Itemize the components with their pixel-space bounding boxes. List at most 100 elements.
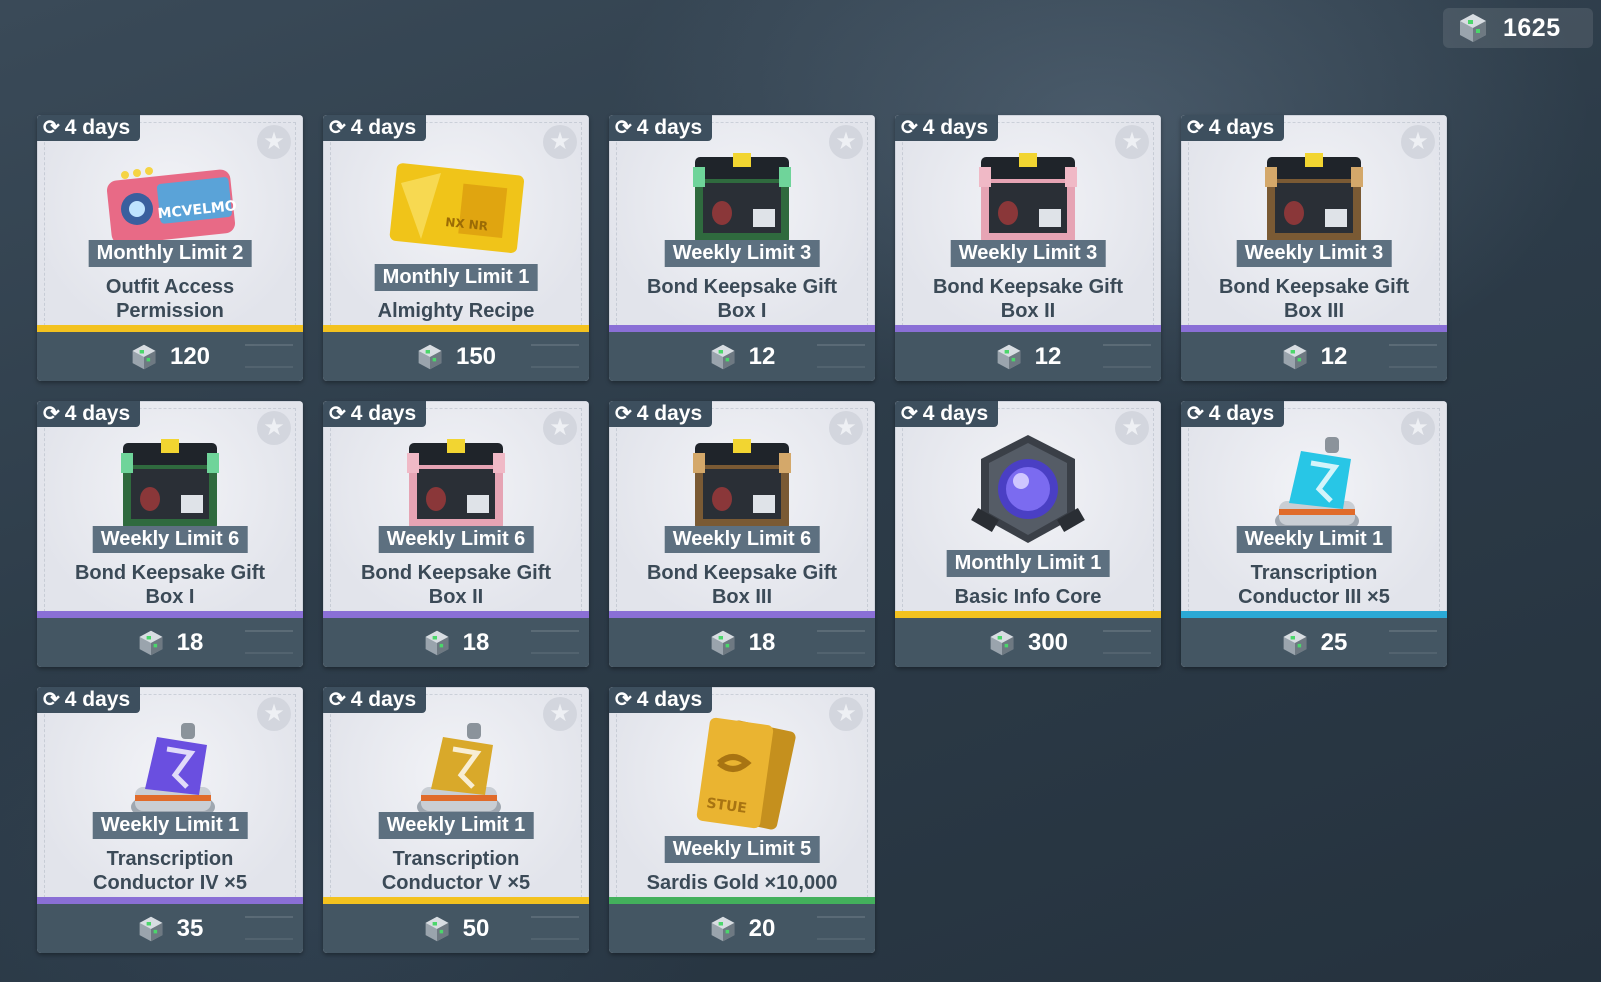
cube-currency-icon <box>1281 343 1309 371</box>
favorite-star-icon[interactable]: ★ <box>257 125 291 159</box>
refresh-timer: ⟳ 4 days <box>323 687 427 713</box>
timer-label: 4 days <box>636 688 703 711</box>
rarity-bar <box>1181 325 1447 332</box>
price-bar: 120 <box>37 332 303 381</box>
item-name-line-2: Permission <box>116 300 224 322</box>
cube-currency-icon <box>416 343 444 371</box>
shop-item-card[interactable]: ⟳ 4 days ★ Monthly Limit 1 Basic Info Core 30… <box>895 401 1161 667</box>
shop-grid: ⟳ 4 days ★ MCVELMO Monthly Limit 2 Outfit Acc… <box>37 115 1447 953</box>
item-name: Almighty Recipe <box>323 299 589 323</box>
decorative-lines <box>245 916 293 940</box>
decorative-lines <box>817 344 865 368</box>
gold-bars-icon: STUE <box>667 715 817 835</box>
price-bar: 35 <box>37 904 303 953</box>
rarity-bar <box>609 325 875 332</box>
item-name-line-2: Box II <box>428 586 484 608</box>
favorite-star-icon[interactable]: ★ <box>257 697 291 731</box>
item-name-line-2: Box III <box>1283 300 1344 322</box>
shop-item-card[interactable]: ⟳ 4 days ★ Weekly Limit 3 Bond Keepsake Gift… <box>609 115 875 381</box>
favorite-star-icon[interactable]: ★ <box>257 411 291 445</box>
timer-label: 4 days <box>350 402 417 425</box>
favorite-star-icon[interactable]: ★ <box>1115 411 1149 445</box>
shop-item-card[interactable]: ⟳ 4 days ★ Weekly Limit 1 Transcription Condu… <box>1181 401 1447 667</box>
timer-label: 4 days <box>636 402 703 425</box>
item-price: 300 <box>1027 628 1069 656</box>
cube-currency-icon <box>995 343 1023 371</box>
item-name-line-2: Box I <box>717 300 767 322</box>
item-name-line-2: Box II <box>1000 300 1056 322</box>
favorite-star-icon[interactable]: ★ <box>829 125 863 159</box>
cube-currency-icon <box>1281 629 1309 657</box>
favorite-star-icon[interactable]: ★ <box>1401 125 1435 159</box>
favorite-star-icon[interactable]: ★ <box>829 411 863 445</box>
shop-item-card[interactable]: ⟳ 4 days ★ NX NR Monthly Limit 1 Almighty Rec… <box>323 115 589 381</box>
price-bar: 18 <box>323 618 589 667</box>
shop-item-card[interactable]: ⟳ 4 days ★ Weekly Limit 6 Bond Keepsake Gift… <box>37 401 303 667</box>
info-core-icon <box>953 429 1103 549</box>
purchase-limit-badge: Monthly Limit 1 <box>946 550 1110 577</box>
refresh-icon: ⟳ <box>43 403 60 425</box>
shop-item-card[interactable]: ⟳ 4 days ★ Weekly Limit 1 Transcription Condu… <box>37 687 303 953</box>
item-name: Transcription Conductor V ×5 <box>323 847 589 895</box>
favorite-star-icon[interactable]: ★ <box>543 411 577 445</box>
decorative-lines <box>817 916 865 940</box>
shop-item-card[interactable]: ⟳ 4 days ★ Weekly Limit 3 Bond Keepsake Gift… <box>895 115 1161 381</box>
item-name-line-1: Sardis Gold ×10,000 <box>646 872 838 894</box>
refresh-icon: ⟳ <box>615 403 632 425</box>
price-bar: 18 <box>609 618 875 667</box>
price-bar: 20 <box>609 904 875 953</box>
favorite-star-icon[interactable]: ★ <box>543 125 577 159</box>
favorite-star-icon[interactable]: ★ <box>829 697 863 731</box>
cube-currency-icon <box>709 629 737 657</box>
cube-currency-icon <box>130 343 158 371</box>
item-name-line-1: Almighty Recipe <box>377 300 535 322</box>
shop-item-card[interactable]: ⟳ 4 days ★ Weekly Limit 6 Bond Keepsake Gift… <box>609 401 875 667</box>
rarity-bar <box>895 611 1161 618</box>
rarity-bar <box>37 897 303 904</box>
refresh-timer: ⟳ 4 days <box>323 115 427 141</box>
refresh-icon: ⟳ <box>615 689 632 711</box>
favorite-star-icon[interactable]: ★ <box>1401 411 1435 445</box>
timer-label: 4 days <box>636 116 703 139</box>
item-name-line-1: Bond Keepsake Gift <box>932 276 1124 298</box>
item-name: Outfit Access Permission <box>37 275 303 323</box>
item-name: Bond Keepsake Gift Box III <box>1181 275 1447 323</box>
item-name-line-2: Box I <box>145 586 195 608</box>
refresh-timer: ⟳ 4 days <box>323 401 427 427</box>
timer-label: 4 days <box>922 116 989 139</box>
favorite-star-icon[interactable]: ★ <box>543 697 577 731</box>
refresh-icon: ⟳ <box>329 689 346 711</box>
item-name-line-2: Conductor V ×5 <box>381 872 531 894</box>
refresh-icon: ⟳ <box>1187 117 1204 139</box>
refresh-icon: ⟳ <box>901 403 918 425</box>
shop-item-card[interactable]: ⟳ 4 days ★ Weekly Limit 3 Bond Keepsake Gift… <box>1181 115 1447 381</box>
price-bar: 18 <box>37 618 303 667</box>
item-price: 150 <box>455 342 497 370</box>
cube-currency-icon <box>1457 12 1489 44</box>
shop-item-card[interactable]: ⟳ 4 days ★ Weekly Limit 1 Transcription Condu… <box>323 687 589 953</box>
refresh-icon: ⟳ <box>615 117 632 139</box>
item-name-line-1: Transcription <box>1250 562 1378 584</box>
refresh-timer: ⟳ 4 days <box>37 115 141 141</box>
refresh-icon: ⟳ <box>43 689 60 711</box>
item-name: Transcription Conductor IV ×5 <box>37 847 303 895</box>
timer-label: 4 days <box>922 402 989 425</box>
shop-item-card[interactable]: ⟳ 4 days ★ STUE Weekly Limit 5 Sardis Gold ×1… <box>609 687 875 953</box>
shop-item-card[interactable]: ⟳ 4 days ★ MCVELMO Monthly Limit 2 Outfit Acc… <box>37 115 303 381</box>
cube-currency-icon <box>423 629 451 657</box>
item-name-line-1: Outfit Access <box>105 276 235 298</box>
purchase-limit-badge: Weekly Limit 1 <box>1236 526 1392 553</box>
purchase-limit-badge: Weekly Limit 3 <box>1236 240 1392 267</box>
item-name: Basic Info Core <box>895 585 1161 609</box>
item-name-line-1: Bond Keepsake Gift <box>646 562 838 584</box>
cube-currency-icon <box>137 629 165 657</box>
item-price: 18 <box>176 628 204 656</box>
currency-display[interactable]: 1625 <box>1443 8 1593 48</box>
cube-currency-icon <box>709 915 737 943</box>
shop-item-card[interactable]: ⟳ 4 days ★ Weekly Limit 6 Bond Keepsake Gift… <box>323 401 589 667</box>
item-name: Bond Keepsake Gift Box II <box>323 561 589 609</box>
item-price: 12 <box>1320 342 1348 370</box>
item-price: 120 <box>169 342 211 370</box>
favorite-star-icon[interactable]: ★ <box>1115 125 1149 159</box>
item-name: Bond Keepsake Gift Box I <box>609 275 875 323</box>
